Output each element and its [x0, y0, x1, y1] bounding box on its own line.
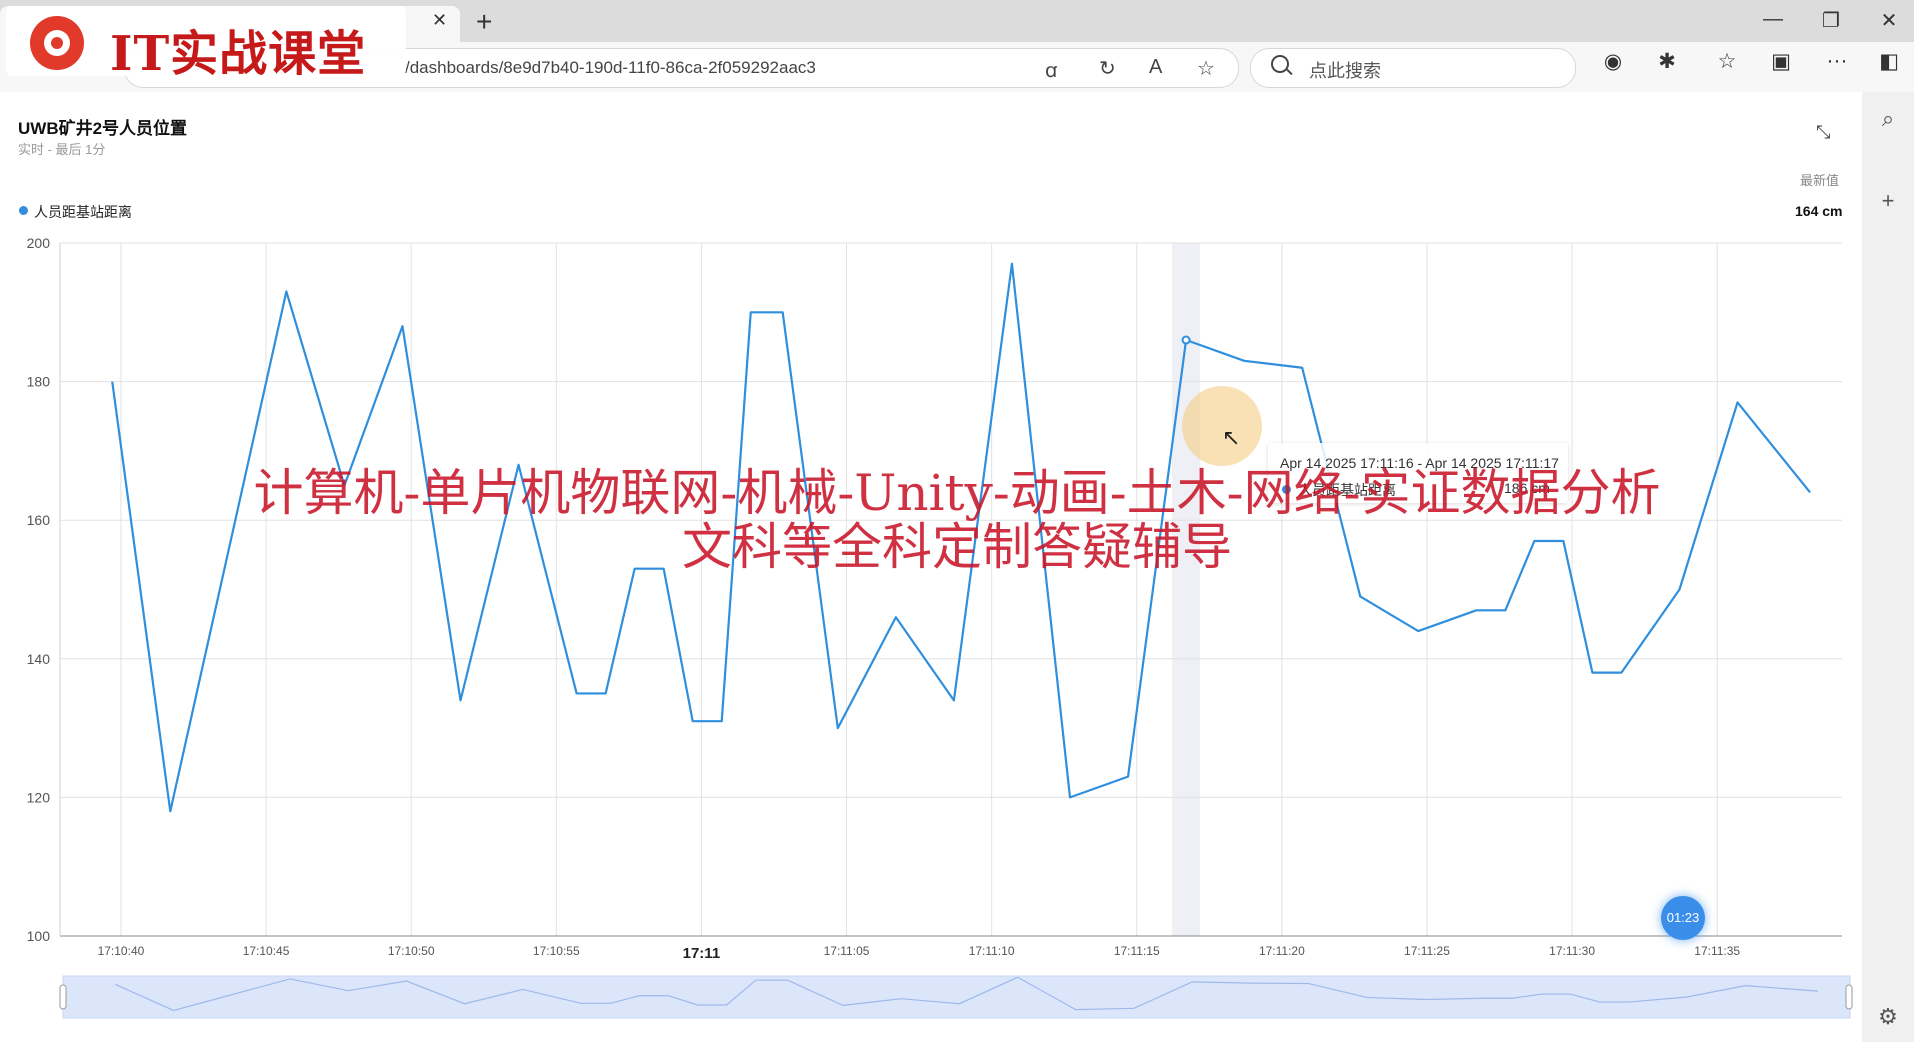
y-tick-label: 140 [27, 651, 51, 667]
restore-icon[interactable]: ❐ [1816, 8, 1846, 33]
x-tick-label: 17:10:50 [388, 944, 435, 958]
rail-add-icon[interactable]: + [1874, 188, 1902, 214]
range-slider-right-handle[interactable] [1845, 984, 1853, 1010]
recording-timer: 01:23 [1661, 896, 1705, 940]
refresh-edge-icon[interactable]: ↻ [1099, 56, 1116, 81]
window-close-icon[interactable]: ✕ [1874, 8, 1904, 33]
range-slider-left-handle[interactable] [59, 984, 67, 1010]
mouse-pointer-icon: ↖ [1222, 425, 1241, 450]
close-tab-icon[interactable]: ✕ [432, 10, 447, 31]
x-tick-label: 17:11:10 [969, 944, 1015, 958]
x-tick-label: 17:11:25 [1404, 944, 1450, 958]
x-tick-label: 17:10:55 [533, 944, 580, 958]
watermark-line-1: 计算机-单片机物联网-机械-Unity-动画-土木-网络-实证数据分析 [253, 464, 1661, 522]
translate-icon[interactable]: ꭤ [1045, 56, 1057, 83]
x-tick-label: 17:11:15 [1114, 944, 1160, 958]
favorite-star-icon[interactable]: ☆ [1197, 56, 1215, 81]
brand-logo-icon [30, 16, 84, 70]
x-tick-label: 17:10:45 [243, 944, 290, 958]
favorites-icon[interactable]: ☆ [1712, 49, 1742, 74]
rail-search-icon[interactable]: ⌕ [1874, 106, 1902, 132]
x-tick-label: 17:11:35 [1694, 944, 1740, 958]
search-placeholder: 点此搜索 [1309, 61, 1381, 81]
extensions-icon[interactable]: ✱ [1652, 49, 1682, 74]
search-input[interactable]: 点此搜索 [1250, 48, 1576, 88]
brand-watermark-logo: IT实战课堂 [6, 6, 406, 82]
brand-text: IT实战课堂 [110, 26, 367, 82]
x-tick-label: 17:10:40 [98, 944, 145, 958]
x-tick-label: 17:11:30 [1549, 944, 1595, 958]
sidebar-toggle-icon[interactable]: ◧ [1874, 49, 1904, 74]
x-tick-label: 17:11 [683, 945, 721, 962]
minimize-icon[interactable]: — [1758, 8, 1788, 31]
collections-icon[interactable]: ▣ [1766, 49, 1796, 74]
read-aloud-icon[interactable]: A [1149, 56, 1162, 79]
hover-point [1181, 335, 1191, 345]
copilot-icon[interactable]: ◉ [1598, 49, 1628, 74]
x-tick-label: 17:11:05 [824, 944, 870, 958]
y-tick-label: 180 [27, 374, 51, 390]
y-tick-label: 120 [27, 789, 51, 805]
new-tab-icon[interactable]: + [476, 6, 492, 38]
watermark-text: 计算机-单片机物联网-机械-Unity-动画-土木-网络-实证数据分析 文科等全… [0, 466, 1914, 574]
y-tick-label: 200 [27, 235, 51, 251]
y-tick-label: 100 [27, 928, 51, 944]
rail-settings-icon[interactable]: ⚙ [1874, 1004, 1902, 1030]
url-text: /dashboards/8e9d7b40-190d-11f0-86ca-2f05… [405, 58, 816, 77]
search-icon [1271, 55, 1289, 73]
more-menu-icon[interactable]: ··· [1822, 49, 1852, 73]
x-tick-label: 17:11:20 [1259, 944, 1305, 958]
watermark-line-2: 文科等全科定制答疑辅导 [682, 518, 1232, 576]
